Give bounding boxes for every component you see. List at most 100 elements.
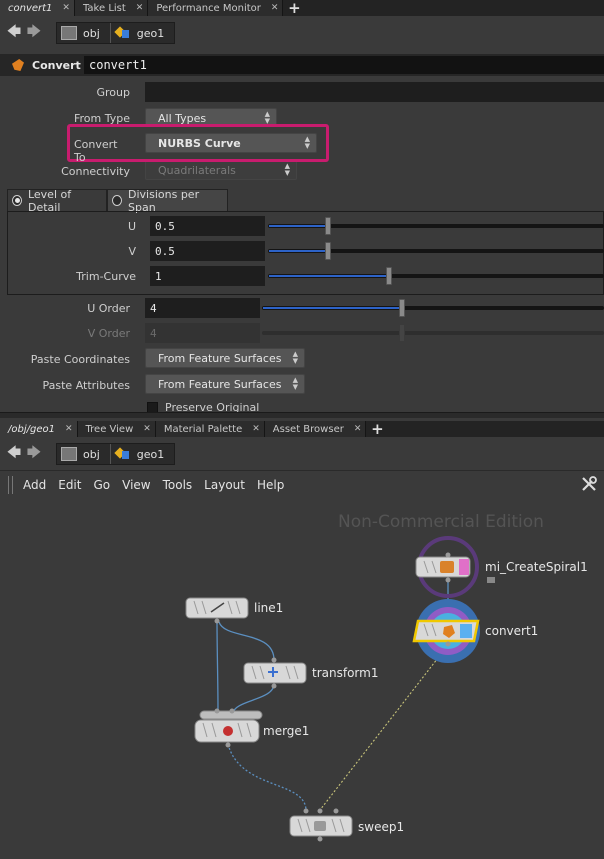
back-arrow-icon[interactable]: 🡄 <box>4 21 24 45</box>
tab-tree-view[interactable]: Tree View ✕ <box>77 421 156 437</box>
tab-label: convert1 <box>8 2 53 14</box>
menu-value: From Feature Surfaces <box>158 377 282 391</box>
network-menu-bar: Add Edit Go View Tools Layout Help <box>0 470 604 498</box>
tab-material-palette[interactable]: Material Palette ✕ <box>155 421 265 437</box>
node-sweep1[interactable] <box>289 808 353 842</box>
close-icon[interactable]: ✕ <box>143 424 151 434</box>
crumb-obj[interactable]: obj <box>57 23 110 43</box>
group-label: Group <box>96 86 131 99</box>
tab-level-of-detail[interactable]: Level of Detail <box>7 187 107 214</box>
slider-handle[interactable] <box>386 267 392 285</box>
menu-help[interactable]: Help <box>251 478 290 492</box>
menu-add[interactable]: Add <box>17 478 52 492</box>
v-order-label: V Order <box>87 327 130 340</box>
group-field[interactable] <box>145 82 604 102</box>
menu-arrows-icon: ▲ ▼ <box>304 135 310 150</box>
v-slider[interactable] <box>268 241 604 261</box>
tab-label: Material Palette <box>163 423 243 435</box>
u-order-field[interactable]: 4 <box>145 298 260 318</box>
connectivity-menu: Quadrilaterals ▲ ▼ <box>145 160 297 180</box>
connectivity-label-dim: Connectivity <box>61 165 130 178</box>
close-icon[interactable]: ✕ <box>252 424 260 434</box>
node-label-merge: merge1 <box>263 724 310 738</box>
node-label-line: line1 <box>254 601 284 615</box>
menu-arrows-icon: ▲ ▼ <box>292 350 298 365</box>
forward-arrow-icon[interactable]: 🡆 <box>24 442 44 466</box>
tab-take-list[interactable]: Take List ✕ <box>74 0 149 16</box>
add-tab-button[interactable]: + <box>283 0 305 17</box>
slider-handle[interactable] <box>399 299 405 317</box>
preserve-original-label: Preserve Original <box>165 401 260 412</box>
close-icon[interactable]: ✕ <box>354 424 362 434</box>
crumb-obj[interactable]: obj <box>57 444 110 464</box>
trim-curve-slider[interactable] <box>268 266 604 286</box>
node-label-transform: transform1 <box>312 666 379 680</box>
node-line1[interactable] <box>185 597 249 624</box>
menu-view[interactable]: View <box>116 478 156 492</box>
close-icon[interactable]: ✕ <box>271 3 279 13</box>
node-merge1[interactable] <box>194 708 263 748</box>
node-transform1[interactable] <box>243 657 307 689</box>
menu-value: From Feature Surfaces <box>158 351 282 365</box>
crumb-label: geo1 <box>136 447 165 461</box>
crumb-label: geo1 <box>136 26 165 40</box>
u-label: U <box>127 220 136 233</box>
node-label-sweep: sweep1 <box>358 820 405 834</box>
menu-edit[interactable]: Edit <box>52 478 87 492</box>
node-label-convert: convert1 <box>485 624 539 638</box>
close-icon[interactable]: ✕ <box>65 424 73 434</box>
sweep-icon <box>314 821 326 831</box>
u-field[interactable]: 0.5 <box>150 216 265 236</box>
menu-arrows-icon: ▲ ▼ <box>264 110 270 125</box>
v-order-field: 4 <box>145 323 260 343</box>
tab-label: Take List <box>82 2 126 14</box>
top-tab-bar: convert1 ✕ Take List ✕ Performance Monitor… <box>0 0 604 17</box>
node-name-field[interactable]: convert1 <box>84 56 604 74</box>
menu-go[interactable]: Go <box>87 478 116 492</box>
geometry-icon <box>115 26 131 40</box>
tab-convert1[interactable]: convert1 ✕ <box>0 0 75 16</box>
forward-arrow-icon[interactable]: 🡆 <box>24 21 44 45</box>
add-tab-button[interactable]: + <box>366 420 388 438</box>
u-order-slider[interactable] <box>262 298 604 318</box>
crumb-geo[interactable]: geo1 <box>109 444 174 464</box>
node-label-spiral: mi_CreateSpiral1 <box>485 560 588 574</box>
menu-value: All Types <box>158 111 207 125</box>
lock-icon <box>487 577 495 583</box>
tab-divisions-per-span[interactable]: Divisions per Span <box>107 188 228 214</box>
convert-to-label: Convert To <box>74 138 118 164</box>
node-mi-createspiral1[interactable] <box>415 552 471 583</box>
convert-node-icon <box>12 59 24 71</box>
obj-icon <box>61 26 77 40</box>
slider-handle[interactable] <box>325 217 331 235</box>
wire-merge-sweep <box>227 743 307 811</box>
tab-obj-geo1[interactable]: /obj/geo1 ✕ <box>0 421 78 437</box>
wire-line-merge <box>216 619 219 713</box>
radio-on-icon <box>12 195 22 206</box>
grip-handle[interactable] <box>8 475 13 494</box>
menu-tools[interactable]: Tools <box>157 478 199 492</box>
paste-attributes-menu[interactable]: From Feature Surfaces ▲ ▼ <box>145 374 305 394</box>
menu-layout[interactable]: Layout <box>198 478 251 492</box>
trim-curve-label: Trim-Curve <box>76 270 136 283</box>
back-arrow-icon[interactable]: 🡄 <box>4 442 24 466</box>
tab-performance-monitor[interactable]: Performance Monitor ✕ <box>148 0 284 16</box>
close-icon[interactable]: ✕ <box>62 3 70 13</box>
convert-to-menu[interactable]: NURBS Curve ▲ ▼ <box>145 133 317 153</box>
slider-handle <box>399 324 405 342</box>
paste-coordinates-menu[interactable]: From Feature Surfaces ▲ ▼ <box>145 348 305 368</box>
tab-asset-browser[interactable]: Asset Browser ✕ <box>264 421 367 437</box>
pane-divider[interactable] <box>0 412 604 418</box>
v-field[interactable]: 0.5 <box>150 241 265 261</box>
tab-label: /obj/geo1 <box>8 423 55 435</box>
menu-arrows-icon: ▲ ▼ <box>284 162 290 177</box>
crumb-label: obj <box>83 447 100 461</box>
close-icon[interactable]: ✕ <box>136 3 144 13</box>
trim-curve-field[interactable]: 1 <box>150 266 265 286</box>
merge-icon <box>223 726 233 736</box>
slider-handle[interactable] <box>325 242 331 260</box>
wrench-icon[interactable] <box>580 475 598 493</box>
crumb-geo[interactable]: geo1 <box>109 23 174 43</box>
u-slider[interactable] <box>268 216 604 236</box>
tab-label: Level of Detail <box>27 187 72 214</box>
